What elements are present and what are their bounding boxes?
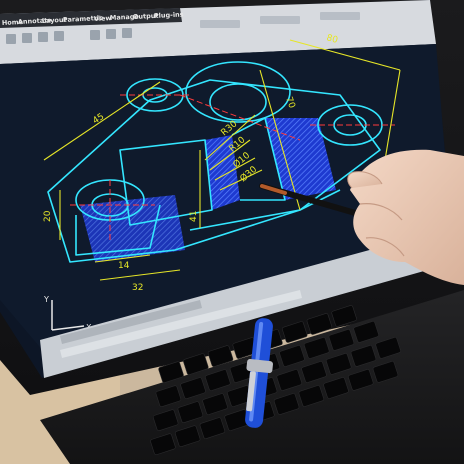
line-tool-icon[interactable]: [6, 34, 16, 44]
block-dropdown[interactable]: [320, 12, 360, 20]
scene-illustration: Home Annotate Layout Parametric View Man…: [0, 0, 464, 464]
ribbon-tab-plugins[interactable]: Plug-ins: [154, 10, 184, 20]
photo-scene: Home Annotate Layout Parametric View Man…: [0, 0, 464, 464]
dim-text-41: 41: [189, 211, 199, 222]
properties-dropdown[interactable]: [260, 16, 300, 24]
dim-text-32: 32: [132, 283, 143, 293]
hatch-face-base: [80, 195, 185, 262]
ucs-y-label: Y: [43, 295, 49, 304]
copy-tool-icon[interactable]: [106, 29, 116, 39]
rotate-tool-icon[interactable]: [122, 28, 132, 38]
move-tool-icon[interactable]: [90, 30, 100, 40]
arc-tool-icon[interactable]: [54, 31, 64, 41]
dim-text-20: 20: [43, 210, 53, 222]
layer-dropdown[interactable]: [200, 20, 240, 28]
circle-tool-icon[interactable]: [38, 32, 48, 42]
polyline-tool-icon[interactable]: [22, 33, 32, 43]
dim-text-14: 14: [118, 261, 130, 271]
